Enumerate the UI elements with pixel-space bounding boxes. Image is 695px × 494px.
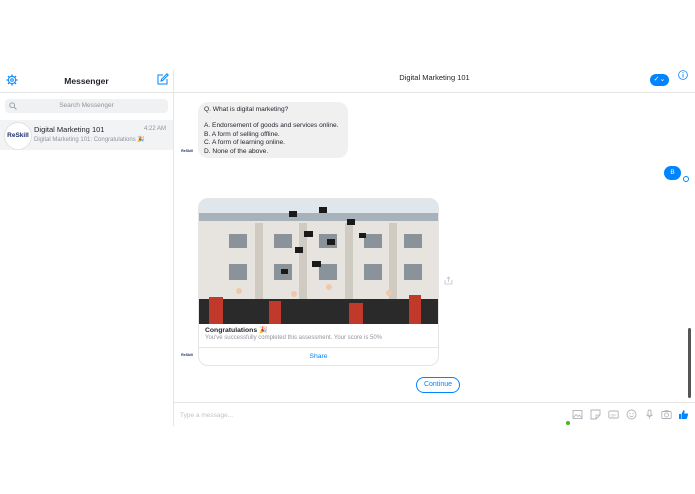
avatar: ReSkill xyxy=(4,122,32,150)
chat-panel: Digital Marketing 101 ✓⌄ Q. What is digi… xyxy=(174,70,695,426)
sidebar-header: Messenger xyxy=(0,70,173,93)
card-subtitle: You've successfully completed this asses… xyxy=(205,335,383,341)
page-title: Digital Marketing 101 xyxy=(399,73,470,82)
microphone-icon[interactable] xyxy=(644,409,655,420)
gif-icon[interactable]: GIF xyxy=(608,409,619,420)
scrollbar[interactable] xyxy=(688,328,691,398)
conversation-name: Digital Marketing 101 xyxy=(34,125,105,134)
option-a: A. Endorsement of goods and services onl… xyxy=(204,122,339,130)
thumbs-up-icon[interactable] xyxy=(678,409,689,420)
message-input[interactable]: Type a message... xyxy=(180,412,233,419)
messenger-app: Messenger Search Messenger ReSkill Digit… xyxy=(0,70,695,426)
user-reply-bubble: B xyxy=(664,166,681,180)
conversation-item[interactable]: ReSkill Digital Marketing 101 4:22 AM Di… xyxy=(0,120,173,150)
checkmark-chevron-icon[interactable]: ✓⌄ xyxy=(650,74,669,86)
sticker-icon[interactable] xyxy=(590,409,601,420)
bot-avatar: ReSkill xyxy=(181,353,193,357)
online-indicator xyxy=(566,421,570,425)
sidebar: Messenger Search Messenger ReSkill Digit… xyxy=(0,70,174,426)
question-bubble: Q. What is digital marketing? A. Endorse… xyxy=(198,102,348,158)
search-placeholder: Search Messenger xyxy=(59,102,114,109)
message-composer[interactable]: Type a message... GIF xyxy=(174,402,695,427)
message-list: Q. What is digital marketing? A. Endorse… xyxy=(174,93,695,402)
bot-avatar: ReSkill xyxy=(181,149,193,153)
result-card: Congratulations 🎉 You've successfully co… xyxy=(198,198,439,366)
svg-text:GIF: GIF xyxy=(611,413,618,417)
image-icon[interactable] xyxy=(572,409,583,420)
conversation-preview: Digital Marketing 101: Congratulations 🎉 xyxy=(34,137,145,143)
question-text: Q. What is digital marketing? xyxy=(204,106,289,113)
graduation-photo xyxy=(199,199,438,324)
compose-icon[interactable] xyxy=(156,73,169,86)
emoji-icon[interactable] xyxy=(626,409,637,420)
continue-button[interactable]: Continue xyxy=(416,377,460,393)
option-b: B. A form of selling offline. xyxy=(204,130,280,138)
forward-icon[interactable] xyxy=(444,276,453,285)
chat-header: Digital Marketing 101 ✓⌄ xyxy=(174,70,695,93)
delivered-icon xyxy=(683,176,689,182)
sidebar-title: Messenger xyxy=(64,76,109,86)
camera-icon[interactable] xyxy=(661,409,672,420)
conversation-time: 4:22 AM xyxy=(143,126,166,132)
info-icon[interactable] xyxy=(678,70,688,80)
card-title: Congratulations 🎉 xyxy=(205,327,268,334)
option-c: C. A form of learning online. xyxy=(204,139,286,147)
search-input[interactable]: Search Messenger xyxy=(5,99,168,113)
option-d: D. None of the above. xyxy=(204,147,269,155)
share-button[interactable]: Share xyxy=(199,347,438,365)
